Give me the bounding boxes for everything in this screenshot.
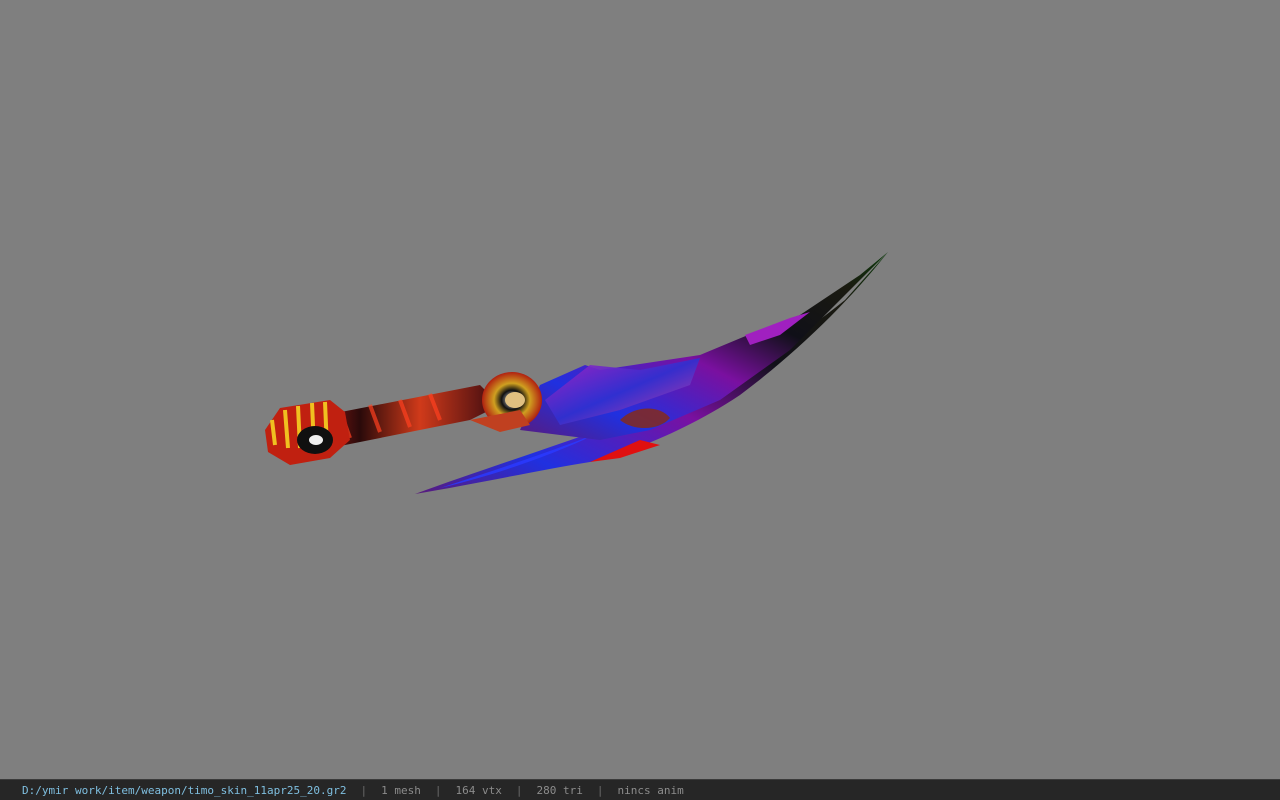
status-vertex-count: 164 vtx <box>455 783 502 797</box>
status-mesh-count: 1 mesh <box>381 783 421 797</box>
weapon-model-render <box>265 252 888 494</box>
status-anim-status: nincs anim <box>617 783 684 797</box>
status-file-path: D:/ymir work/item/weapon/timo_skin_11apr… <box>22 783 347 797</box>
status-separator: | <box>596 783 604 797</box>
pommel-eye-center <box>309 435 323 445</box>
status-triangle-count: 280 tri <box>536 783 583 797</box>
status-separator: | <box>434 783 442 797</box>
guard-joint-center <box>505 392 525 408</box>
status-separator: | <box>360 783 368 797</box>
model-viewport[interactable] <box>0 0 1280 779</box>
status-separator: | <box>515 783 523 797</box>
status-bar: D:/ymir work/item/weapon/timo_skin_11apr… <box>0 779 1280 800</box>
